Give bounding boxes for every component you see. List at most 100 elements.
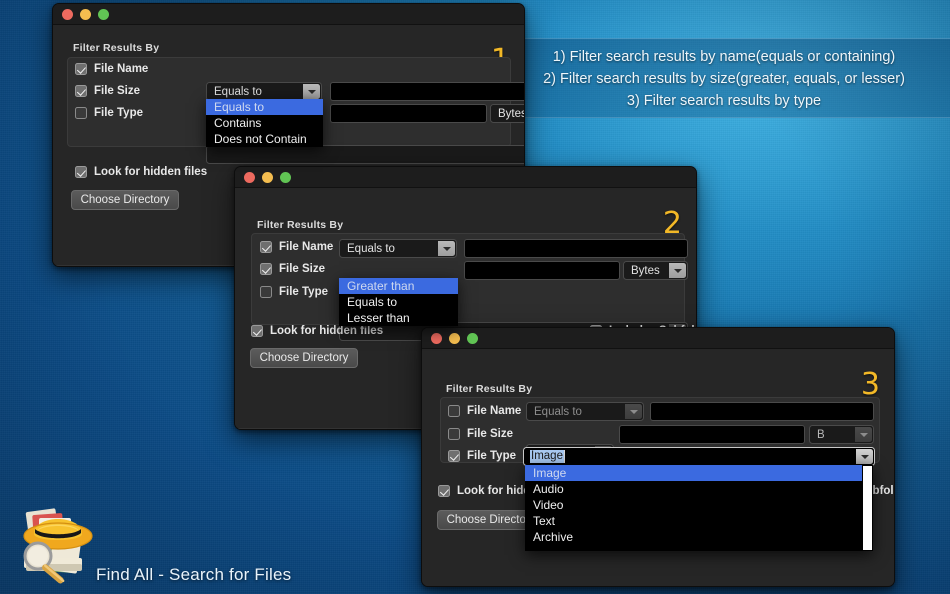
file-type-value-3: Image (530, 450, 564, 463)
menu-item[interactable]: Greater than (339, 278, 458, 294)
menu-item[interactable]: Contains (206, 115, 323, 131)
file-type-row-2: File Type (260, 281, 328, 303)
close-button-icon[interactable] (431, 332, 442, 344)
file-size-unit-value-3: B (817, 428, 825, 441)
window-2-titlebar[interactable] (235, 167, 696, 188)
file-size-label-2: File Size (279, 263, 326, 275)
file-name-input-2[interactable] (464, 239, 688, 258)
file-size-input-1[interactable] (330, 104, 487, 123)
menu-item[interactable]: Equals to (339, 294, 458, 310)
file-type-combo-3[interactable]: Image (523, 447, 875, 466)
choose-directory-button-1[interactable]: Choose Directory (71, 190, 179, 210)
file-name-checkbox-2[interactable] (260, 241, 272, 253)
file-name-label-2: File Name (279, 241, 334, 253)
window-1-titlebar[interactable] (53, 4, 524, 25)
chevron-down-icon[interactable] (669, 263, 686, 278)
file-type-label-1: File Type (94, 107, 143, 119)
file-name-input-3[interactable] (650, 402, 874, 421)
menu-item[interactable]: Audio (525, 481, 873, 497)
file-type-row-1: File Type (75, 102, 143, 124)
annotation-line-3: 3) Filter search results by type (626, 92, 822, 109)
file-name-operator-select-2[interactable]: Equals to (339, 239, 457, 258)
app-title: Find All - Search for Files (96, 565, 292, 584)
file-size-input-2[interactable] (464, 261, 620, 280)
file-type-checkbox-1[interactable] (75, 107, 87, 119)
menu-item[interactable]: Video (525, 497, 873, 513)
window-3-titlebar[interactable] (422, 328, 894, 349)
file-name-operator-value-1: Equals to (214, 85, 262, 98)
file-name-operator-menu-1[interactable]: Equals to Contains Does not Contain (206, 99, 323, 147)
menu-item[interactable]: Text (525, 513, 873, 529)
step-number-3: 3 (860, 367, 880, 402)
menu-scrollbar[interactable] (862, 465, 873, 551)
file-size-unit-select-2[interactable]: Bytes (623, 261, 688, 280)
hidden-files-label-2: Look for hidden files (270, 325, 384, 337)
file-size-row-1: File Size (75, 80, 140, 102)
zoom-button-icon[interactable] (280, 171, 291, 183)
zoom-button-icon[interactable] (467, 332, 478, 344)
file-size-unit-value-2: Bytes (631, 264, 660, 277)
file-name-operator-select-3[interactable]: Equals to (526, 402, 644, 421)
file-size-unit-select-3[interactable]: B (809, 425, 874, 444)
file-size-unit-select-1[interactable]: Bytes (490, 104, 525, 123)
hidden-files-label-1: Look for hidden files (94, 166, 208, 178)
file-size-row-3: File Size (448, 423, 513, 445)
file-type-checkbox-2[interactable] (260, 286, 272, 298)
file-type-menu-3[interactable]: Image Audio Video Text Archive (525, 465, 873, 551)
file-size-checkbox-1[interactable] (75, 85, 87, 97)
minimize-button-icon[interactable] (449, 332, 460, 344)
annotation-line-2: 2) Filter search results by size(greater… (543, 70, 905, 87)
file-size-row-2: File Size (260, 258, 325, 280)
chevron-down-icon[interactable] (438, 241, 455, 256)
file-type-select-1[interactable] (206, 145, 524, 164)
window-3-body: 3 Filter Results By File Name Equals to … (422, 349, 894, 586)
file-size-unit-value-1: Bytes (498, 107, 525, 120)
filter-window-3[interactable]: 3 Filter Results By File Name Equals to … (421, 327, 895, 587)
hidden-files-checkbox-2[interactable] (251, 325, 263, 337)
file-name-label-3: File Name (467, 405, 522, 417)
file-name-checkbox-1[interactable] (75, 63, 87, 75)
menu-item[interactable]: Archive (525, 529, 873, 545)
file-size-checkbox-3[interactable] (448, 428, 460, 440)
annotation-line-1: 1) Filter search results by name(equals … (552, 48, 896, 65)
minimize-button-icon[interactable] (262, 171, 273, 183)
scrollbar-thumb[interactable] (863, 466, 872, 550)
menu-item[interactable]: Does not Contain (206, 131, 323, 147)
app-branding: Find All - Search for Files (8, 500, 338, 590)
file-type-checkbox-3[interactable] (448, 450, 460, 462)
choose-directory-button-2[interactable]: Choose Directory (250, 348, 358, 368)
text-caret (563, 450, 565, 463)
detective-hat-magnifier-icon (12, 500, 104, 586)
file-type-row-3: File Type (448, 445, 516, 467)
file-size-operator-menu-2[interactable]: Greater than Equals to Lesser than (339, 278, 458, 326)
file-name-input-1[interactable] (330, 82, 524, 101)
chevron-down-icon[interactable] (855, 427, 872, 442)
menu-item[interactable]: Equals to (206, 99, 323, 115)
file-name-row-1: File Name (75, 58, 148, 80)
annotation-text-block: 1) Filter search results by name(equals … (500, 40, 948, 118)
chevron-down-icon[interactable] (303, 84, 320, 99)
close-button-icon[interactable] (244, 171, 255, 183)
file-name-operator-value-3: Equals to (534, 405, 582, 418)
hidden-files-row-1: Look for hidden files (75, 163, 207, 181)
file-type-label-3: File Type (467, 450, 516, 462)
hidden-files-checkbox-3[interactable] (438, 485, 450, 497)
chevron-down-icon[interactable] (625, 404, 642, 419)
close-button-icon[interactable] (62, 8, 73, 20)
section-label-3: Filter Results By (446, 383, 533, 395)
file-size-input-3[interactable] (619, 425, 805, 444)
chevron-down-icon[interactable] (856, 449, 873, 464)
section-label-2: Filter Results By (257, 219, 344, 231)
file-size-checkbox-2[interactable] (260, 263, 272, 275)
menu-item[interactable]: Lesser than (339, 310, 458, 326)
file-name-checkbox-3[interactable] (448, 405, 460, 417)
file-name-row-2: File Name (260, 236, 333, 258)
section-label-1: Filter Results By (73, 42, 160, 54)
zoom-button-icon[interactable] (98, 8, 109, 20)
file-size-label-3: File Size (467, 428, 514, 440)
file-size-label-1: File Size (94, 85, 141, 97)
hidden-files-checkbox-1[interactable] (75, 166, 87, 178)
file-name-operator-value-2: Equals to (347, 242, 395, 255)
minimize-button-icon[interactable] (80, 8, 91, 20)
menu-item[interactable]: Image (525, 465, 873, 481)
